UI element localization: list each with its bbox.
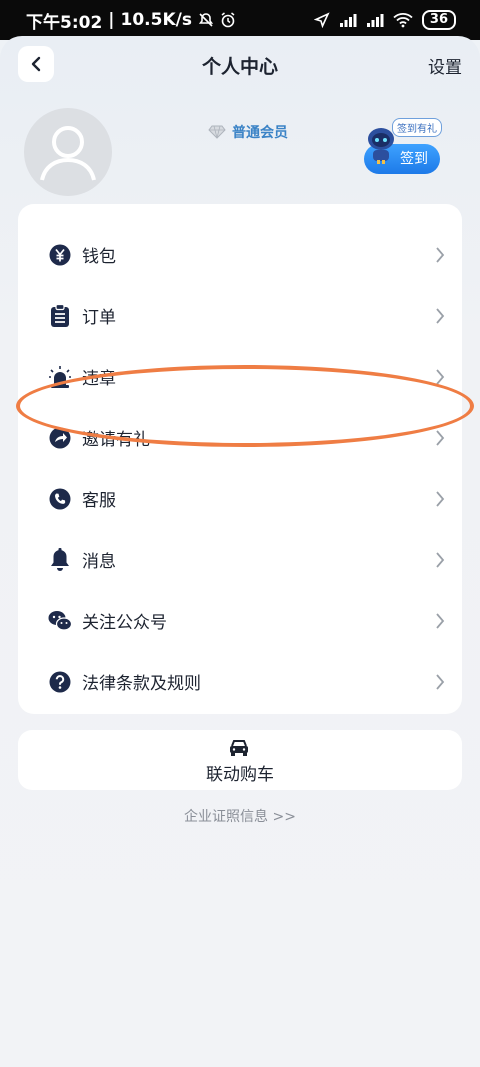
chevron-right-icon: [436, 612, 445, 629]
user-placeholder-icon: [40, 126, 96, 181]
menu-item-invite[interactable]: 邀请有礼: [18, 407, 462, 468]
buy-car-button[interactable]: 联动购车: [18, 730, 462, 790]
menu-item-orders[interactable]: 订单: [18, 285, 462, 346]
diamond-icon: [208, 125, 226, 139]
signal-icon: [339, 14, 357, 27]
status-divider: |: [108, 10, 115, 30]
network-speed: 10.5K/s: [120, 10, 192, 30]
menu-item-wallet[interactable]: 钱包: [18, 224, 462, 285]
bell-icon: [48, 547, 72, 572]
checkin-widget[interactable]: 签到 签到有礼: [364, 118, 446, 180]
menu-item-messages[interactable]: 消息: [18, 529, 462, 590]
menu-item-label: 违章: [82, 369, 116, 389]
car-icon: [230, 740, 248, 756]
signal-icon-2: [366, 14, 384, 27]
menu-item-label: 钱包: [82, 247, 116, 267]
status-time: 下午5:02: [26, 12, 103, 33]
company-license-link[interactable]: 企业证照信息 >>: [0, 806, 480, 826]
battery-indicator: 36: [421, 10, 456, 30]
phone-icon: [48, 487, 72, 511]
page-title: 个人中心: [201, 56, 278, 78]
menu-item-label: 客服: [82, 491, 116, 511]
chevron-right-icon: [436, 307, 445, 324]
siren-icon: [48, 365, 72, 389]
menu-item-follow-official-account[interactable]: 关注公众号: [18, 590, 462, 651]
menu-item-label: 邀请有礼: [82, 430, 150, 450]
menu-item-label: 法律条款及规则: [82, 674, 201, 694]
settings-button[interactable]: 设置: [428, 53, 462, 78]
chevron-right-icon: [436, 490, 445, 507]
location-arrow-icon: [313, 12, 330, 28]
wechat-icon: [48, 609, 72, 633]
chevron-right-icon: [436, 429, 445, 446]
menu-item-label: 消息: [82, 552, 116, 572]
wifi-icon: [393, 13, 413, 28]
alarm-icon: [221, 12, 235, 28]
member-badge[interactable]: 普通会员: [208, 122, 288, 142]
chevron-right-icon: [436, 368, 445, 385]
avatar[interactable]: [24, 108, 112, 196]
mute-icon: [198, 13, 214, 27]
yuan-icon: [48, 243, 72, 267]
menu-card: 钱包 订单 违章 邀请有礼 客服 消息 关注公众号 法律条款及规则: [18, 204, 462, 714]
menu-item-label: 关注公众号: [82, 613, 167, 633]
menu-item-label: 订单: [82, 308, 116, 328]
chevron-right-icon: [436, 673, 445, 690]
status-bar: 下午5:02 | 10.5K/s 36: [0, 0, 480, 40]
question-icon: [48, 670, 72, 694]
menu-item-violations[interactable]: 违章: [18, 346, 462, 407]
checkin-gift-tag: 签到有礼: [392, 118, 442, 137]
chevron-right-icon: [436, 246, 445, 263]
menu-item-legal-terms[interactable]: 法律条款及规则: [18, 651, 462, 712]
chevron-right-icon: [436, 551, 445, 568]
member-level: 普通会员: [232, 125, 288, 141]
personal-center-page: 个人中心 设置 普通会员 签到 签到有礼 钱包 订单 违章 邀请有礼 客服 消息…: [0, 36, 480, 1067]
buy-car-label: 联动购车: [206, 765, 274, 785]
share-icon: [48, 426, 72, 450]
menu-item-customer-service[interactable]: 客服: [18, 468, 462, 529]
clipboard-icon: [48, 303, 72, 328]
